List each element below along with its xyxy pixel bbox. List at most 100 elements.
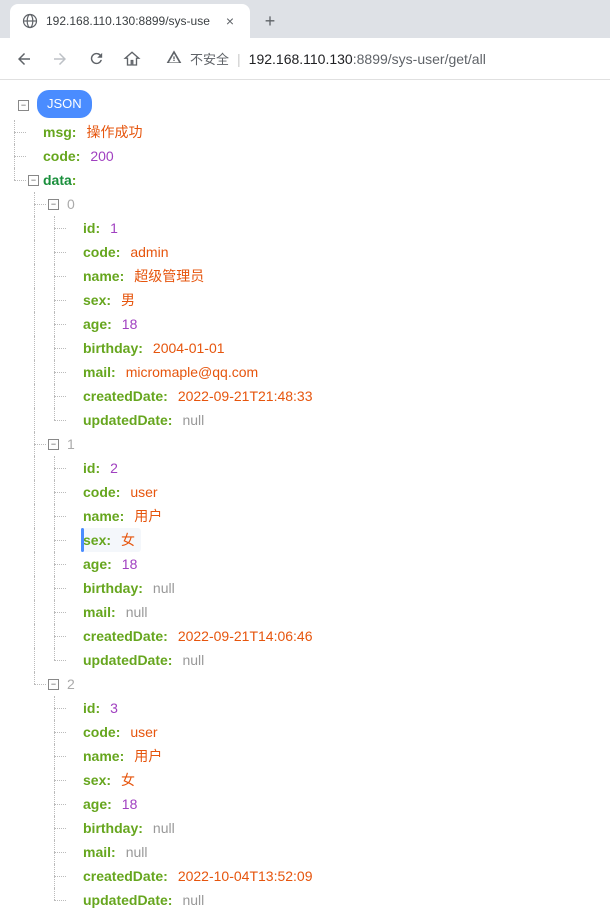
array-index: 2 <box>67 672 75 696</box>
tree-row-field[interactable]: sex : 男 <box>8 288 602 312</box>
tree-row-field[interactable]: createdDate : 2022-09-21T14:06:46 <box>8 624 602 648</box>
tree-row-field[interactable]: updatedDate : null <box>8 888 602 912</box>
field-value: 18 <box>122 552 138 576</box>
field-value: 用户 <box>134 504 162 528</box>
field-value: 2 <box>110 456 118 480</box>
back-button[interactable] <box>10 45 38 73</box>
field-value: 1 <box>110 216 118 240</box>
reload-button[interactable] <box>82 45 110 73</box>
field-value: 用户 <box>134 744 162 768</box>
field-value: 18 <box>122 312 138 336</box>
field-value: 女 <box>121 768 135 792</box>
tree-row-field[interactable]: code : user <box>8 480 602 504</box>
tree-row-index[interactable]: − 0 <box>8 192 602 216</box>
field-value: 2022-09-21T14:06:46 <box>178 624 313 648</box>
field-value: 男 <box>121 288 135 312</box>
val-code: 200 <box>90 144 113 168</box>
field-key: updatedDate <box>83 408 168 432</box>
field-key: name <box>83 504 120 528</box>
field-key: createdDate <box>83 624 163 648</box>
tree-row-field[interactable]: updatedDate : null <box>8 648 602 672</box>
collapse-icon[interactable]: − <box>48 679 59 690</box>
browser-chrome: 192.168.110.130:8899/sys-use × + 不安全 | 1… <box>0 0 610 80</box>
collapse-icon[interactable]: − <box>48 199 59 210</box>
field-key: updatedDate <box>83 648 168 672</box>
forward-button[interactable] <box>46 45 74 73</box>
field-key: age <box>83 792 107 816</box>
field-key: sex <box>83 288 106 312</box>
json-root: − JSON <box>8 90 602 120</box>
field-key: mail <box>83 360 111 384</box>
tree-row-field[interactable]: updatedDate : null <box>8 408 602 432</box>
field-value: 18 <box>122 792 138 816</box>
field-value: null <box>153 816 175 840</box>
separator: | <box>237 51 241 67</box>
field-key: sex <box>83 528 106 552</box>
field-value: 2004-01-01 <box>153 336 225 360</box>
val-msg: 操作成功 <box>86 120 142 144</box>
field-key: updatedDate <box>83 888 168 912</box>
tree-row-field[interactable]: id : 2 <box>8 456 602 480</box>
tree-row-field[interactable]: age : 18 <box>8 552 602 576</box>
tree-row-field[interactable]: id : 1 <box>8 216 602 240</box>
url-text: 192.168.110.130:8899/sys-user/get/all <box>249 51 486 67</box>
tree-row-field[interactable]: age : 18 <box>8 792 602 816</box>
field-key: birthday <box>83 336 138 360</box>
toolbar: 不安全 | 192.168.110.130:8899/sys-user/get/… <box>0 38 610 80</box>
close-icon[interactable]: × <box>222 13 238 29</box>
tree-row-field[interactable]: name : 用户 <box>8 744 602 768</box>
tree-row-field[interactable]: id : 3 <box>8 696 602 720</box>
field-key: code <box>83 480 116 504</box>
tree-row-field[interactable]: mail : null <box>8 600 602 624</box>
field-value: 2022-10-04T13:52:09 <box>178 864 313 888</box>
field-value: null <box>153 576 175 600</box>
field-key: createdDate <box>83 864 163 888</box>
field-key: birthday <box>83 816 138 840</box>
tree-row-field[interactable]: birthday : null <box>8 816 602 840</box>
key-data: data <box>43 168 72 192</box>
new-tab-button[interactable]: + <box>256 7 284 35</box>
tree-row-field[interactable]: sex : 女 <box>8 528 602 552</box>
array-index: 0 <box>67 192 75 216</box>
tree-row-field[interactable]: birthday : null <box>8 576 602 600</box>
tree-row-field[interactable]: name : 用户 <box>8 504 602 528</box>
field-value: micromaple@qq.com <box>126 360 258 384</box>
tree-row-field[interactable]: mail : null <box>8 840 602 864</box>
browser-tab[interactable]: 192.168.110.130:8899/sys-use × <box>10 4 250 38</box>
home-button[interactable] <box>118 45 146 73</box>
tree-row-index[interactable]: − 1 <box>8 432 602 456</box>
collapse-icon[interactable]: − <box>18 100 29 111</box>
tree-row-field[interactable]: age : 18 <box>8 312 602 336</box>
tree-row-index[interactable]: − 2 <box>8 672 602 696</box>
field-value: null <box>126 840 148 864</box>
tree-row-field[interactable]: code : admin <box>8 240 602 264</box>
tree-row-field[interactable]: code : user <box>8 720 602 744</box>
field-key: name <box>83 744 120 768</box>
insecure-label: 不安全 <box>190 49 229 68</box>
tree-row-field[interactable]: createdDate : 2022-09-21T21:48:33 <box>8 384 602 408</box>
field-key: id <box>83 456 95 480</box>
collapse-icon[interactable]: − <box>48 439 59 450</box>
address-bar[interactable]: 不安全 | 192.168.110.130:8899/sys-user/get/… <box>154 44 600 74</box>
globe-icon <box>22 13 38 29</box>
collapse-icon[interactable]: − <box>28 175 39 186</box>
field-key: age <box>83 312 107 336</box>
key-msg: msg <box>43 120 72 144</box>
tree-row-msg[interactable]: msg : 操作成功 <box>8 120 602 144</box>
key-code: code <box>43 144 76 168</box>
tree-row-data[interactable]: − data : <box>8 168 602 192</box>
field-value: null <box>182 648 204 672</box>
tree-row-field[interactable]: createdDate : 2022-10-04T13:52:09 <box>8 864 602 888</box>
field-key: id <box>83 216 95 240</box>
tree-row-field[interactable]: name : 超级管理员 <box>8 264 602 288</box>
warning-icon <box>166 49 182 68</box>
field-key: mail <box>83 840 111 864</box>
tab-bar: 192.168.110.130:8899/sys-use × + <box>0 0 610 38</box>
field-value: null <box>126 600 148 624</box>
array-index: 1 <box>67 432 75 456</box>
field-key: createdDate <box>83 384 163 408</box>
tree-row-field[interactable]: birthday : 2004-01-01 <box>8 336 602 360</box>
tree-row-field[interactable]: mail : micromaple@qq.com <box>8 360 602 384</box>
tree-row-field[interactable]: sex : 女 <box>8 768 602 792</box>
tree-row-code[interactable]: code : 200 <box>8 144 602 168</box>
